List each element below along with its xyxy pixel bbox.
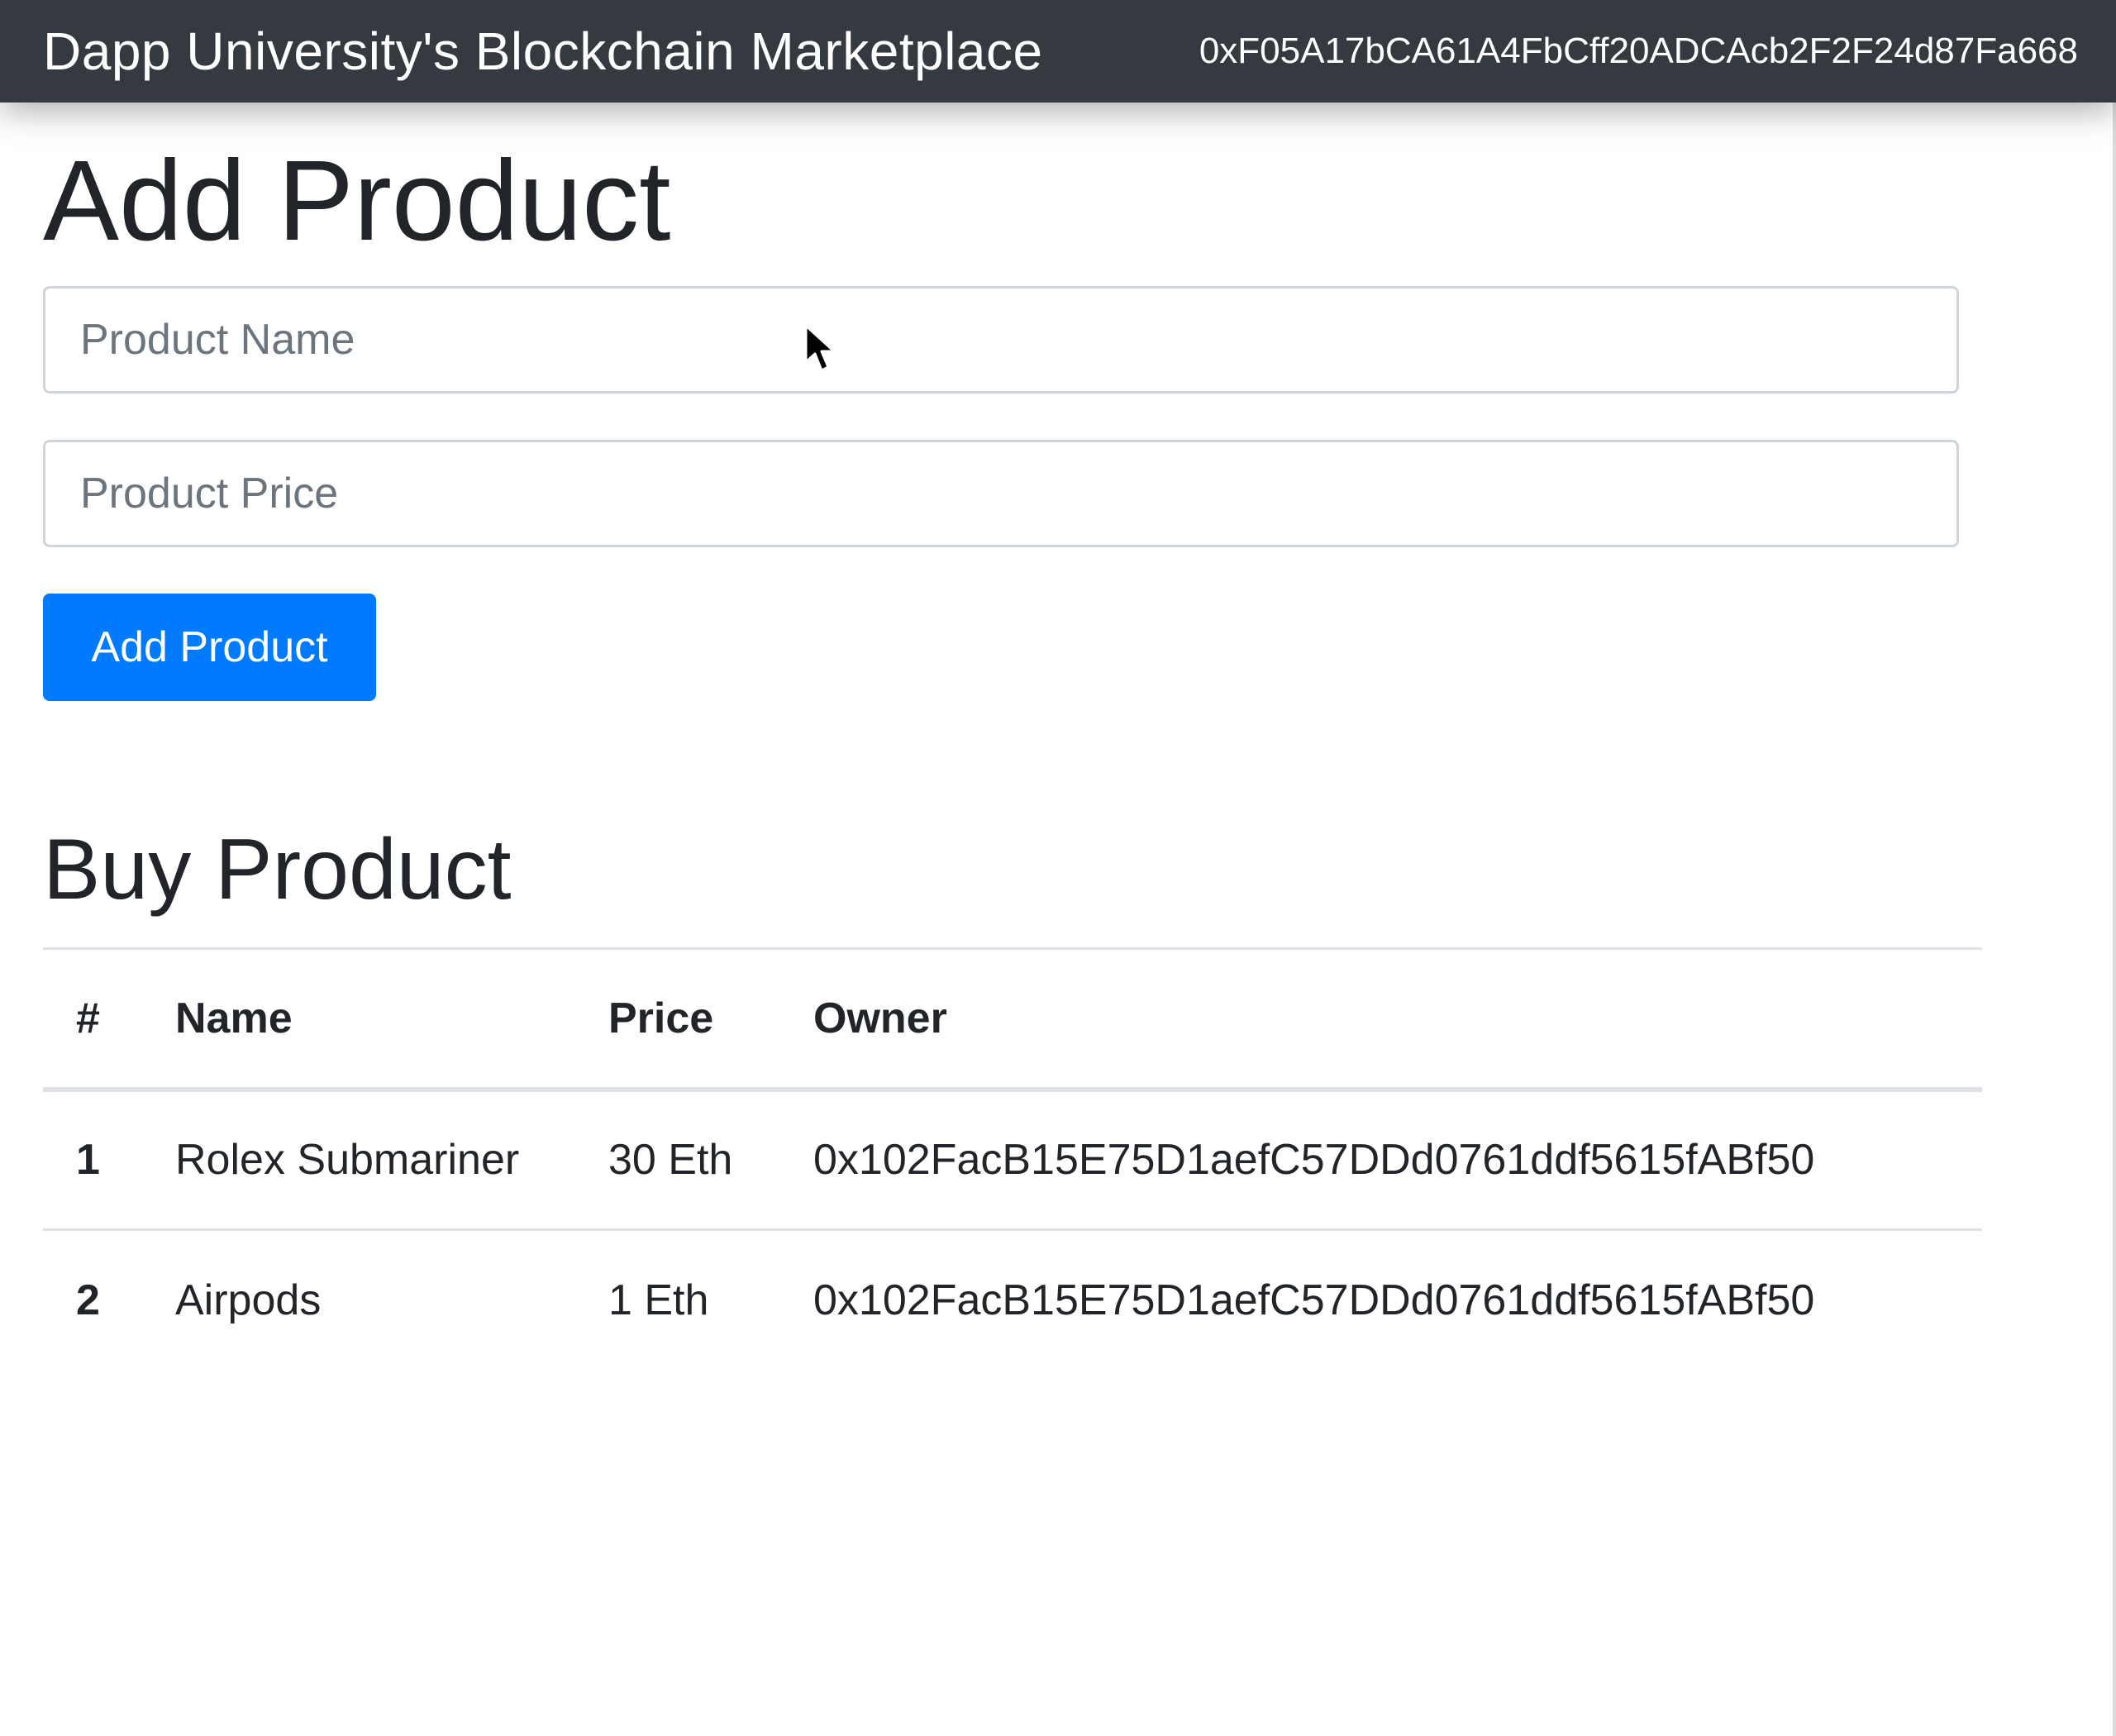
product-price: 1 Eth xyxy=(608,1276,709,1325)
table-row: 2 Airpods 1 Eth 0x102FacB15E75D1aefC57DD… xyxy=(43,1230,1982,1371)
column-header-owner: Owner xyxy=(780,947,1982,1092)
navbar: Dapp University's Blockchain Marketplace… xyxy=(0,0,2116,103)
product-name-input[interactable] xyxy=(43,286,1959,393)
product-name: Airpods xyxy=(175,1276,322,1325)
table-header-row: # Name Price Owner xyxy=(43,947,1982,1092)
navbar-brand[interactable]: Dapp University's Blockchain Marketplace xyxy=(43,21,1043,82)
add-product-heading: Add Product xyxy=(43,137,671,265)
account-address: 0xF05A17bCA61A4FbCff20ADCAcb2F2F24d87Fa6… xyxy=(1199,31,2078,71)
buy-product-heading: Buy Product xyxy=(43,822,512,918)
product-name: Rolex Submariner xyxy=(142,1089,575,1231)
mouse-cursor-icon xyxy=(804,324,836,372)
column-header-price: Price xyxy=(575,947,780,1092)
table-row: 1 Rolex Submariner 30 Eth 0x102FacB15E75… xyxy=(43,1089,1982,1231)
add-product-button[interactable]: Add Product xyxy=(43,594,376,701)
column-header-number: # xyxy=(43,947,142,1092)
scrollbar-edge xyxy=(2113,103,2116,1736)
product-owner: 0x102FacB15E75D1aefC57DDd0761ddf5615fABf… xyxy=(813,1276,1815,1325)
product-owner: 0x102FacB15E75D1aefC57DDd0761ddf5615fABf… xyxy=(780,1089,1982,1231)
product-id: 2 xyxy=(76,1276,100,1325)
products-table: # Name Price Owner 1 Rolex Submariner 30… xyxy=(43,947,1982,1371)
product-price-input[interactable] xyxy=(43,440,1959,547)
product-price: 30 Eth xyxy=(575,1089,780,1231)
column-header-name: Name xyxy=(142,947,575,1092)
product-id: 1 xyxy=(43,1089,142,1231)
